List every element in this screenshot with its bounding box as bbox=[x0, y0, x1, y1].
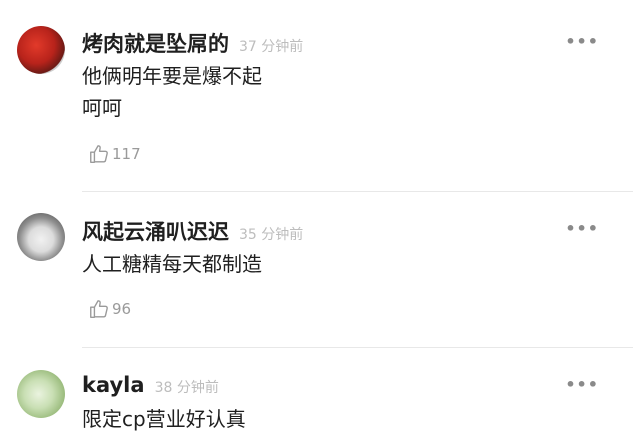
divider bbox=[82, 191, 633, 192]
avatar[interactable] bbox=[17, 370, 65, 418]
more-options-icon[interactable]: ••• bbox=[565, 375, 599, 394]
like-button[interactable]: 96 bbox=[88, 298, 131, 320]
avatar[interactable] bbox=[17, 26, 65, 74]
comment-text-line-2: 呵呵 bbox=[82, 96, 122, 120]
username[interactable]: 烤肉就是坠屌的 37 分钟前 bbox=[82, 28, 303, 58]
like-count: 96 bbox=[112, 300, 132, 318]
comment-time: 35 分钟前 bbox=[239, 227, 304, 243]
more-options-icon[interactable]: ••• bbox=[565, 32, 599, 51]
username-text[interactable]: kayla bbox=[82, 373, 145, 397]
username[interactable]: 风起云涌叭迟迟 35 分钟前 bbox=[82, 216, 303, 246]
more-options-icon[interactable]: ••• bbox=[565, 219, 599, 238]
comment-text-line-1: 限定cp营业好认真 bbox=[82, 407, 246, 431]
comment-text-line-1: 他俩明年要是爆不起 bbox=[82, 64, 262, 88]
comment-text-line-1: 人工糖精每天都制造 bbox=[82, 252, 262, 276]
divider bbox=[82, 347, 633, 348]
avatar[interactable] bbox=[17, 213, 65, 261]
username-text[interactable]: 风起云涌叭迟迟 bbox=[82, 220, 229, 244]
thumbs-up-icon bbox=[90, 145, 108, 163]
comment-time: 37 分钟前 bbox=[239, 39, 304, 55]
username-text[interactable]: 烤肉就是坠屌的 bbox=[82, 32, 229, 56]
comment-time: 38 分钟前 bbox=[154, 380, 219, 396]
thumbs-up-icon bbox=[90, 300, 108, 318]
like-count: 117 bbox=[112, 145, 141, 163]
like-button[interactable]: 117 bbox=[88, 143, 141, 165]
username[interactable]: kayla 38 分钟前 bbox=[82, 373, 219, 397]
